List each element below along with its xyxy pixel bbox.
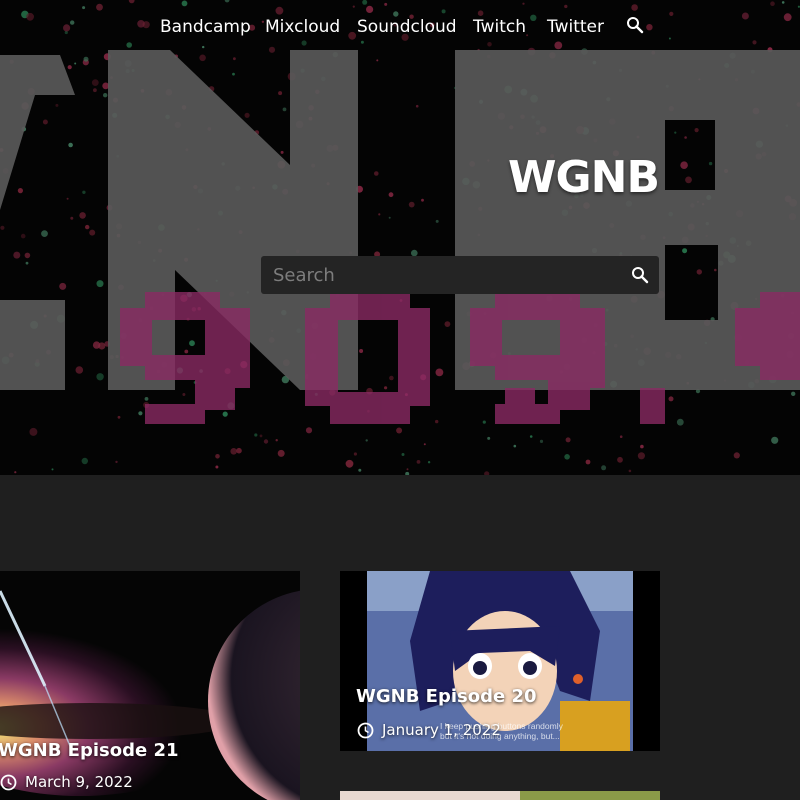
clock-icon bbox=[0, 774, 17, 791]
post-date: March 9, 2022 bbox=[0, 773, 200, 793]
header-background-art bbox=[0, 0, 800, 475]
post-thumbnail bbox=[0, 571, 300, 800]
nav-link-twitter[interactable]: Twitter bbox=[547, 14, 604, 40]
nav-link-twitch[interactable]: Twitch bbox=[473, 14, 526, 40]
nav-link-soundcloud[interactable]: Soundcloud bbox=[357, 14, 457, 40]
post-card[interactable]: I keep pushing buttons randomly but it's… bbox=[340, 571, 660, 751]
header-search bbox=[261, 256, 659, 294]
post-date-text: March 9, 2022 bbox=[25, 773, 133, 791]
clock-icon bbox=[357, 722, 374, 739]
post-card[interactable] bbox=[340, 791, 660, 800]
post-thumbnail bbox=[340, 791, 660, 800]
nav-link-bandcamp[interactable]: Bandcamp bbox=[160, 14, 251, 40]
main-navigation: Bandcamp Mixcloud Soundcloud Twitch Twit… bbox=[0, 14, 800, 40]
post-date-text: January 1, 2022 bbox=[382, 721, 501, 739]
search-icon[interactable] bbox=[631, 266, 649, 284]
site-title[interactable]: WGNB bbox=[508, 152, 660, 203]
site-header: Bandcamp Mixcloud Soundcloud Twitch Twit… bbox=[0, 0, 800, 475]
post-title[interactable]: WGNB Episode 20 bbox=[356, 686, 537, 707]
search-icon bbox=[627, 17, 644, 34]
post-title[interactable]: WGNB Episode 21 bbox=[0, 740, 179, 761]
post-card[interactable]: WGNB Episode 21 March 9, 2022 bbox=[0, 571, 300, 800]
post-date: January 1, 2022 bbox=[357, 721, 557, 741]
nav-search-button[interactable] bbox=[626, 16, 646, 36]
nav-link-mixcloud[interactable]: Mixcloud bbox=[265, 14, 340, 40]
search-input[interactable] bbox=[261, 256, 621, 294]
